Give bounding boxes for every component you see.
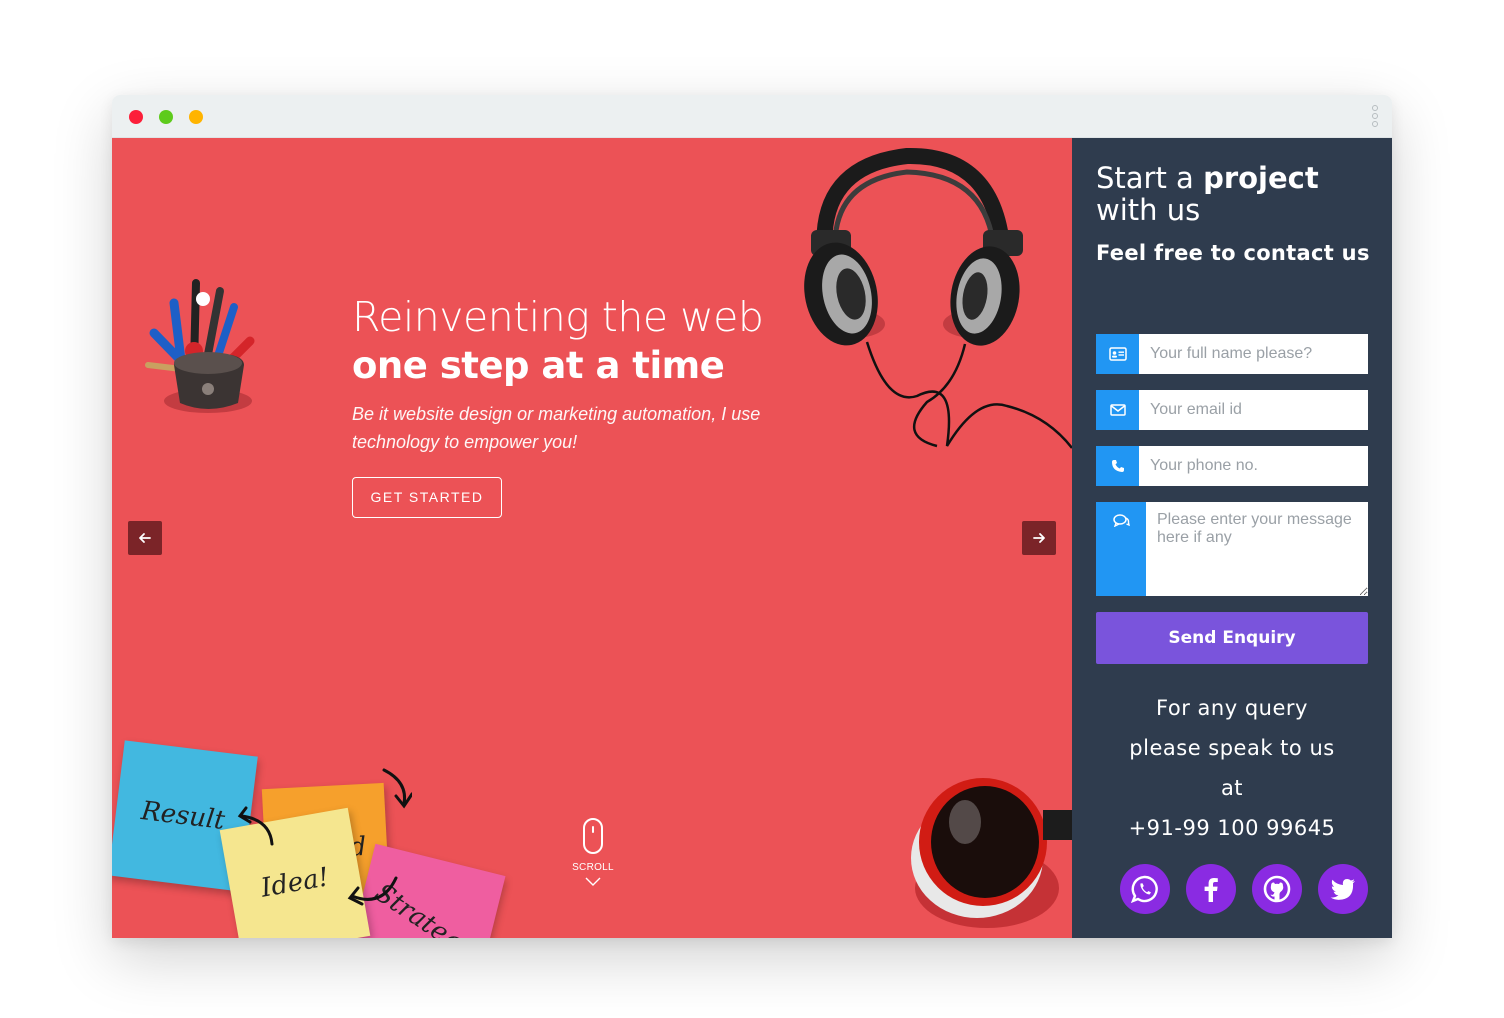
hero-slider: Brand Result Strategy Idea! Reinventing …	[112, 138, 1072, 938]
maximize-window-button[interactable]	[159, 110, 173, 124]
chat-bubbles-icon	[1096, 502, 1146, 596]
coffee-cup-illustration	[911, 778, 1072, 928]
chevron-down-icon	[585, 877, 601, 886]
phone-number[interactable]: +91-99 100 99645	[1072, 808, 1392, 848]
github-icon	[1263, 875, 1291, 903]
arrow-right-icon	[1033, 533, 1045, 543]
message-input[interactable]	[1146, 502, 1368, 596]
whatsapp-button[interactable]	[1120, 864, 1170, 914]
hero-subtitle: Be it website design or marketing automa…	[352, 404, 761, 452]
contact-sidebar: Start a project with us Feel free to con…	[1072, 138, 1392, 938]
scroll-indicator[interactable]: SCROLL	[572, 818, 614, 891]
envelope-icon	[1096, 390, 1139, 430]
headphones-illustration	[804, 147, 1072, 449]
facebook-icon	[1204, 878, 1218, 902]
send-enquiry-button[interactable]: Send Enquiry	[1096, 612, 1368, 664]
get-started-button[interactable]: GET STARTED	[352, 477, 502, 518]
slider-next-button[interactable]	[1022, 521, 1056, 555]
phone-field	[1096, 446, 1368, 486]
whatsapp-icon	[1130, 875, 1158, 904]
name-input[interactable]	[1139, 334, 1368, 374]
mouse-icon	[583, 818, 603, 854]
pen-holder-illustration	[145, 279, 255, 413]
arrow-left-icon	[139, 533, 151, 543]
close-window-button[interactable]	[129, 110, 143, 124]
hero-title-light: Reinventing the web	[352, 293, 764, 341]
minimize-window-button[interactable]	[189, 110, 203, 124]
phone-input[interactable]	[1139, 446, 1368, 486]
phone-icon	[1096, 446, 1139, 486]
message-field	[1096, 502, 1368, 596]
twitter-icon	[1330, 879, 1355, 900]
facebook-button[interactable]	[1186, 864, 1236, 914]
email-input[interactable]	[1139, 390, 1368, 430]
id-card-icon	[1096, 334, 1139, 374]
contact-subtitle: Feel free to contact us	[1096, 241, 1370, 265]
slider-prev-button[interactable]	[128, 521, 162, 555]
hero-title-bold: one step at a time	[352, 344, 725, 387]
more-options-icon[interactable]	[1370, 105, 1380, 129]
contact-title: Start a project with us	[1096, 161, 1319, 227]
contact-query-text: For any query please speak to us at +91-…	[1072, 688, 1392, 848]
flow-arrows-illustration	[237, 768, 412, 906]
window-titlebar	[112, 95, 1392, 138]
email-field	[1096, 390, 1368, 430]
scroll-label: SCROLL	[572, 862, 614, 873]
twitter-button[interactable]	[1318, 864, 1368, 914]
github-button[interactable]	[1252, 864, 1302, 914]
browser-window: Brand Result Strategy Idea! Reinventing …	[112, 95, 1392, 938]
name-field	[1096, 334, 1368, 374]
